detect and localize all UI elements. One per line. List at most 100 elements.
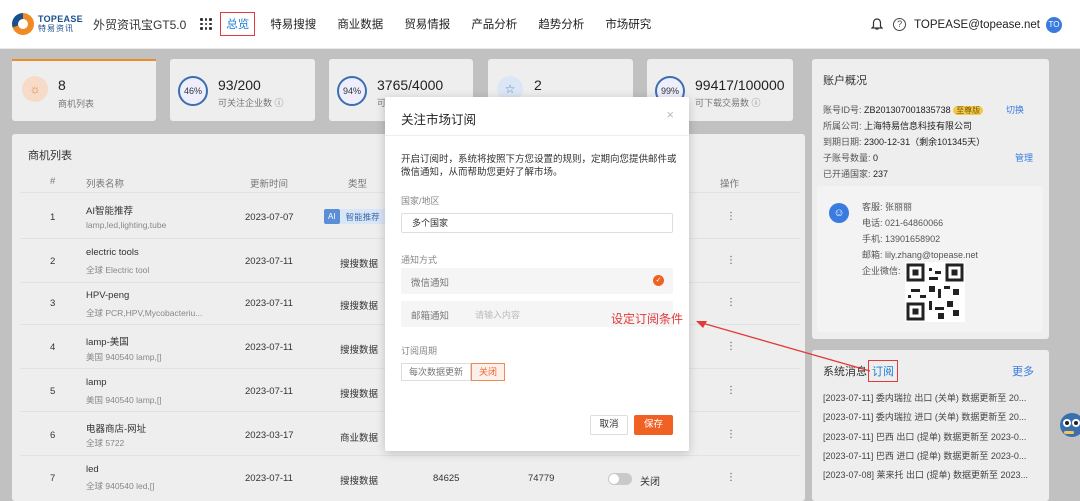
dialog-title: 关注市场订阅 — [401, 113, 477, 127]
sub-account-count: 子账号数量: 0 — [823, 153, 879, 163]
user-avatar[interactable]: TO — [1046, 16, 1062, 33]
topease-logo[interactable]: TOPEASE 特易资讯 — [12, 13, 83, 35]
row-keywords: 美国 940540 lamp,[] — [86, 352, 162, 362]
row-type: 搜搜数据 — [340, 259, 379, 270]
mail-input[interactable]: 请输入内容 — [475, 308, 520, 321]
col-type: 类型 — [348, 179, 368, 190]
row-date: 2023-03-17 — [245, 430, 294, 441]
help-icon[interactable]: ? — [893, 18, 907, 31]
more-actions-icon[interactable]: ⋮ — [726, 297, 736, 308]
market-subscription-dialog: 关注市场订阅 × 开启订阅时，系统将按照下方您设置的规则，定期向您提供邮件或微信… — [385, 97, 689, 451]
annotation-text: 设定订阅条件 — [611, 312, 684, 326]
logo-mark-icon — [12, 13, 34, 35]
cycle-label: 订阅周期 — [401, 346, 438, 356]
stat-value: 99417/100000 — [695, 77, 785, 93]
system-message-item[interactable]: [2023-07-11] 巴西 出口 (提单) 数据更新至 2023-0... — [823, 430, 1028, 443]
row-index: 7 — [50, 473, 56, 484]
stat-card-followed[interactable]: 46% 93/200 可关注企业数 ⓘ — [170, 59, 315, 121]
account-id: 账号ID号: ZB201307001835738 至尊版 — [823, 103, 984, 116]
system-message-item[interactable]: [2023-07-11] 委内瑞拉 进口 (关单) 数据更新至 20... — [823, 410, 1028, 423]
close-icon[interactable]: × — [666, 107, 674, 122]
wechat-notify-label: 微信通知 — [411, 278, 450, 289]
row-keywords: 全球 5722 — [86, 438, 125, 448]
top-navigation-bar: TOPEASE 特易资讯 外贸资讯宝GT5.0 总览 特易搜搜 商业数据 贸易情… — [0, 0, 1080, 49]
more-actions-icon[interactable]: ⋮ — [726, 385, 736, 396]
nav-market-research[interactable]: 市场研究 — [605, 16, 651, 32]
cycle-each-update[interactable]: 每次数据更新 — [401, 363, 472, 381]
ai-recommend-badge: AI 智能推荐 — [324, 209, 386, 224]
col-index: # — [50, 176, 56, 187]
cycle-segmented-control: 每次数据更新 关闭 — [401, 363, 506, 381]
row-date: 2023-07-11 — [245, 473, 293, 484]
row-date: 2023-07-07 — [245, 212, 294, 223]
toggle-label: 关闭 — [640, 477, 660, 488]
row-type: 搜搜数据 — [340, 301, 379, 312]
row-index: 5 — [50, 386, 56, 397]
stat-label: 商机列表 — [58, 99, 95, 109]
nav-business-data[interactable]: 商业数据 — [337, 16, 383, 32]
account-expire: 到期日期: 2300-12-31（剩余101345天） — [823, 137, 986, 147]
manage-link[interactable]: 管理 — [1015, 151, 1033, 164]
row-name[interactable]: lamp-美国 — [86, 334, 129, 348]
assistant-robot-icon[interactable] — [1056, 404, 1080, 446]
country-count: 已开通国家: 237 — [823, 169, 889, 179]
mail-notify-label: 邮箱通知 — [411, 311, 450, 322]
country-label: 国家/地区 — [401, 196, 440, 206]
row-keywords: 全球 PCR,HPV,Mycobacteriu... — [86, 308, 203, 318]
row-index: 6 — [50, 430, 56, 441]
more-actions-icon[interactable]: ⋮ — [726, 472, 736, 483]
checkmark-icon: ✓ — [653, 275, 664, 286]
more-actions-icon[interactable]: ⋮ — [726, 211, 736, 222]
more-actions-icon[interactable]: ⋮ — [726, 429, 736, 440]
stat-value: 3765/4000 — [377, 77, 444, 93]
wechat-qr-code-icon — [905, 262, 965, 322]
row-count-b: 74779 — [528, 473, 555, 484]
save-button[interactable]: 保存 — [634, 415, 673, 435]
row-keywords: 美国 940540 lamp,[] — [86, 395, 162, 405]
nav-trend-analysis[interactable]: 趋势分析 — [538, 16, 584, 32]
logo-text-cn: 特易资讯 — [38, 24, 74, 33]
more-actions-icon[interactable]: ⋮ — [726, 255, 736, 266]
nav-overview[interactable]: 总览 — [220, 12, 256, 36]
row-name[interactable]: 电器商店-网址 — [86, 421, 146, 435]
system-message-item[interactable]: [2023-07-11] 巴西 进口 (提单) 数据更新至 2023-0... — [823, 449, 1028, 462]
system-message-item[interactable]: [2023-07-11] 委内瑞拉 出口 (关单) 数据更新至 20... — [823, 391, 1028, 404]
row-name[interactable]: HPV-peng — [86, 290, 129, 301]
row-type: 搜搜数据 — [340, 389, 379, 400]
system-message-item[interactable]: [2023-07-08] 莱来托 出口 (提单) 数据更新至 2023... — [823, 468, 1028, 481]
user-email[interactable]: TOPEASE@topease.net — [914, 19, 1040, 31]
cancel-button[interactable]: 取消 — [590, 415, 628, 435]
row-count-a: 84625 — [433, 473, 460, 484]
row-type: 商业数据 — [340, 433, 379, 444]
logo-text-en: TOPEASE — [38, 14, 83, 24]
row-date: 2023-07-11 — [245, 386, 293, 397]
more-messages-link[interactable]: 更多 — [1012, 363, 1034, 379]
nav-trade-intel[interactable]: 贸易情报 — [404, 16, 450, 32]
col-action: 操作 — [720, 179, 740, 190]
nav-product-analysis[interactable]: 产品分析 — [471, 16, 517, 32]
row-name[interactable]: led — [86, 464, 99, 475]
cycle-off[interactable]: 关闭 — [471, 363, 506, 381]
stat-value: 8 — [58, 77, 66, 93]
row-date: 2023-07-11 — [245, 256, 293, 267]
nav-search[interactable]: 特易搜搜 — [270, 16, 316, 32]
subscription-toggle[interactable] — [608, 473, 632, 485]
progress-ring: 46% — [178, 76, 208, 106]
wechat-notify-option[interactable]: 微信通知 ✓ — [401, 268, 673, 294]
apps-grid-icon[interactable] — [200, 18, 212, 30]
country-select[interactable]: 多个国家 — [401, 213, 673, 233]
switch-account-link[interactable]: 切换 — [1006, 103, 1024, 116]
col-name: 列表名称 — [86, 179, 125, 190]
row-name[interactable]: AI智能推荐 — [86, 203, 133, 217]
bell-icon[interactable] — [871, 18, 884, 31]
account-title: 账户概况 — [823, 75, 867, 87]
stat-value: 93/200 — [218, 77, 261, 93]
row-keywords: 全球 Electric tool — [86, 265, 150, 275]
row-index: 1 — [50, 212, 56, 223]
row-name[interactable]: lamp — [86, 377, 107, 388]
opportunity-list-title: 商机列表 — [28, 150, 72, 162]
stat-card-opportunities[interactable]: ☼ 8 商机列表 — [12, 59, 156, 121]
row-name[interactable]: electric tools — [86, 247, 139, 258]
lightbulb-icon: ☼ — [22, 76, 48, 102]
stat-label: 可下载交易数 ⓘ — [695, 98, 761, 108]
